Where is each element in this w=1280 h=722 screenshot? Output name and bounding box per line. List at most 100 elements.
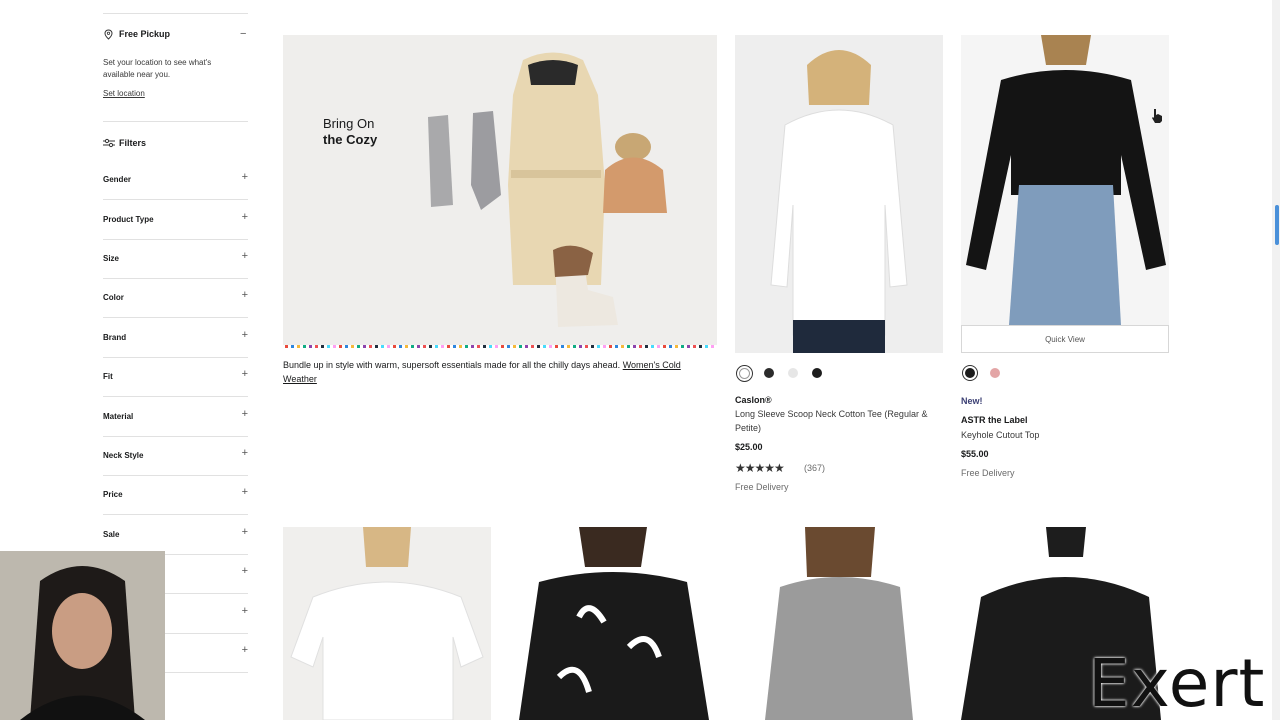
decorative-dot (645, 345, 648, 348)
expand-plus-icon: + (241, 486, 248, 498)
decorative-dot (657, 345, 660, 348)
filter-color[interactable]: Color + (103, 278, 248, 318)
filter-brand[interactable]: Brand + (103, 318, 248, 358)
decorative-dot (345, 345, 348, 348)
color-swatch-black[interactable] (812, 368, 822, 378)
decorative-dot (711, 345, 714, 348)
color-swatch-black[interactable] (965, 368, 975, 378)
decorative-dot (483, 345, 486, 348)
decorative-dot (435, 345, 438, 348)
decorative-dot (357, 345, 360, 348)
expand-plus-icon: + (241, 447, 248, 459)
decorative-dot (447, 345, 450, 348)
decorative-dot (351, 345, 354, 348)
promo-description-text: Bundle up in style with warm, supersoft … (283, 360, 621, 370)
color-swatch-light-gray[interactable] (788, 368, 798, 378)
decorative-dot (333, 345, 336, 348)
pickup-description: Set your location to see what's availabl… (103, 58, 212, 79)
expand-plus-icon: + (241, 605, 248, 617)
decorative-dot (369, 345, 372, 348)
product-brand[interactable]: ASTR the Label (961, 415, 1028, 425)
decorative-dot (543, 345, 546, 348)
product-name[interactable]: Long Sleeve Scoop Neck Cotton Tee (Regul… (735, 407, 945, 435)
decorative-dot (393, 345, 396, 348)
decorative-dot (489, 345, 492, 348)
filter-size[interactable]: Size + (103, 239, 248, 279)
collapse-pickup-button[interactable]: − (240, 28, 246, 40)
color-swatch-white[interactable] (739, 368, 750, 379)
delivery-info: Free Delivery (735, 482, 789, 492)
decorative-dot (501, 345, 504, 348)
product-image[interactable] (735, 35, 943, 353)
filter-label: Size (103, 254, 120, 263)
decorative-dot (591, 345, 594, 348)
decorative-dot (381, 345, 384, 348)
decorative-dot (363, 345, 366, 348)
decorative-dot (651, 345, 654, 348)
decorative-dot (441, 345, 444, 348)
review-count[interactable]: (367) (804, 463, 825, 473)
decorative-dot (705, 345, 708, 348)
decorative-dot (579, 345, 582, 348)
filter-neck-style[interactable]: Neck Style + (103, 436, 248, 476)
filters-title: Filters (119, 138, 147, 148)
decorative-dot (291, 345, 294, 348)
decorative-dot (549, 345, 552, 348)
decorative-dot (633, 345, 636, 348)
hand-cursor-icon (1152, 109, 1162, 123)
decorative-dot (507, 345, 510, 348)
filter-material[interactable]: Material + (103, 397, 248, 437)
filter-label: Sale (103, 530, 120, 539)
decorative-dot (339, 345, 342, 348)
product-image[interactable] (283, 527, 491, 720)
decorative-dot (621, 345, 624, 348)
decorative-dot (555, 345, 558, 348)
expand-plus-icon: + (241, 211, 248, 223)
decorative-dot (453, 345, 456, 348)
set-location-link[interactable]: Set location (103, 89, 145, 98)
product-brand[interactable]: Caslon® (735, 395, 772, 405)
filter-gender[interactable]: Gender + (103, 160, 248, 200)
decorative-dot (303, 345, 306, 348)
decorative-dot (387, 345, 390, 348)
decorative-dot (615, 345, 618, 348)
divider (103, 13, 248, 14)
color-swatch-charcoal[interactable] (764, 368, 774, 378)
decorative-dot (309, 345, 312, 348)
decorative-dot (321, 345, 324, 348)
decorative-dot (567, 345, 570, 348)
product-name[interactable]: Keyhole Cutout Top (961, 428, 1039, 442)
color-swatch-pink[interactable] (990, 368, 1000, 378)
decorative-dot (597, 345, 600, 348)
expand-plus-icon: + (241, 329, 248, 341)
decorative-dot (417, 345, 420, 348)
filter-label: Material (103, 412, 134, 421)
promo-image (428, 52, 667, 327)
filter-sale[interactable]: Sale + (103, 515, 248, 555)
decorative-dot (477, 345, 480, 348)
rating-stars-icon: ★★★★★ (735, 461, 785, 475)
filter-label: Price (103, 490, 123, 499)
decorative-dot (297, 345, 300, 348)
filter-product-type[interactable]: Product Type + (103, 200, 248, 240)
product-image[interactable] (509, 527, 717, 720)
decorative-dot (459, 345, 462, 348)
decorative-dot (585, 345, 588, 348)
filter-label: Color (103, 293, 124, 302)
quick-view-button[interactable]: Quick View (961, 325, 1169, 353)
delivery-info: Free Delivery (961, 468, 1015, 478)
decorative-dot (411, 345, 414, 348)
promo-banner[interactable] (283, 35, 717, 345)
product-image[interactable] (735, 527, 943, 720)
decorative-dot (315, 345, 318, 348)
scrollbar-thumb[interactable] (1275, 205, 1279, 245)
expand-plus-icon: + (241, 250, 248, 262)
filter-price[interactable]: Price + (103, 475, 248, 515)
decorative-dot (495, 345, 498, 348)
filter-fit[interactable]: Fit + (103, 357, 248, 397)
decorative-dot (405, 345, 408, 348)
promo-title-line2: the Cozy (323, 132, 378, 147)
filter-label: Neck Style (103, 451, 144, 460)
scrollbar[interactable] (1272, 0, 1280, 720)
product-image[interactable] (961, 35, 1169, 325)
